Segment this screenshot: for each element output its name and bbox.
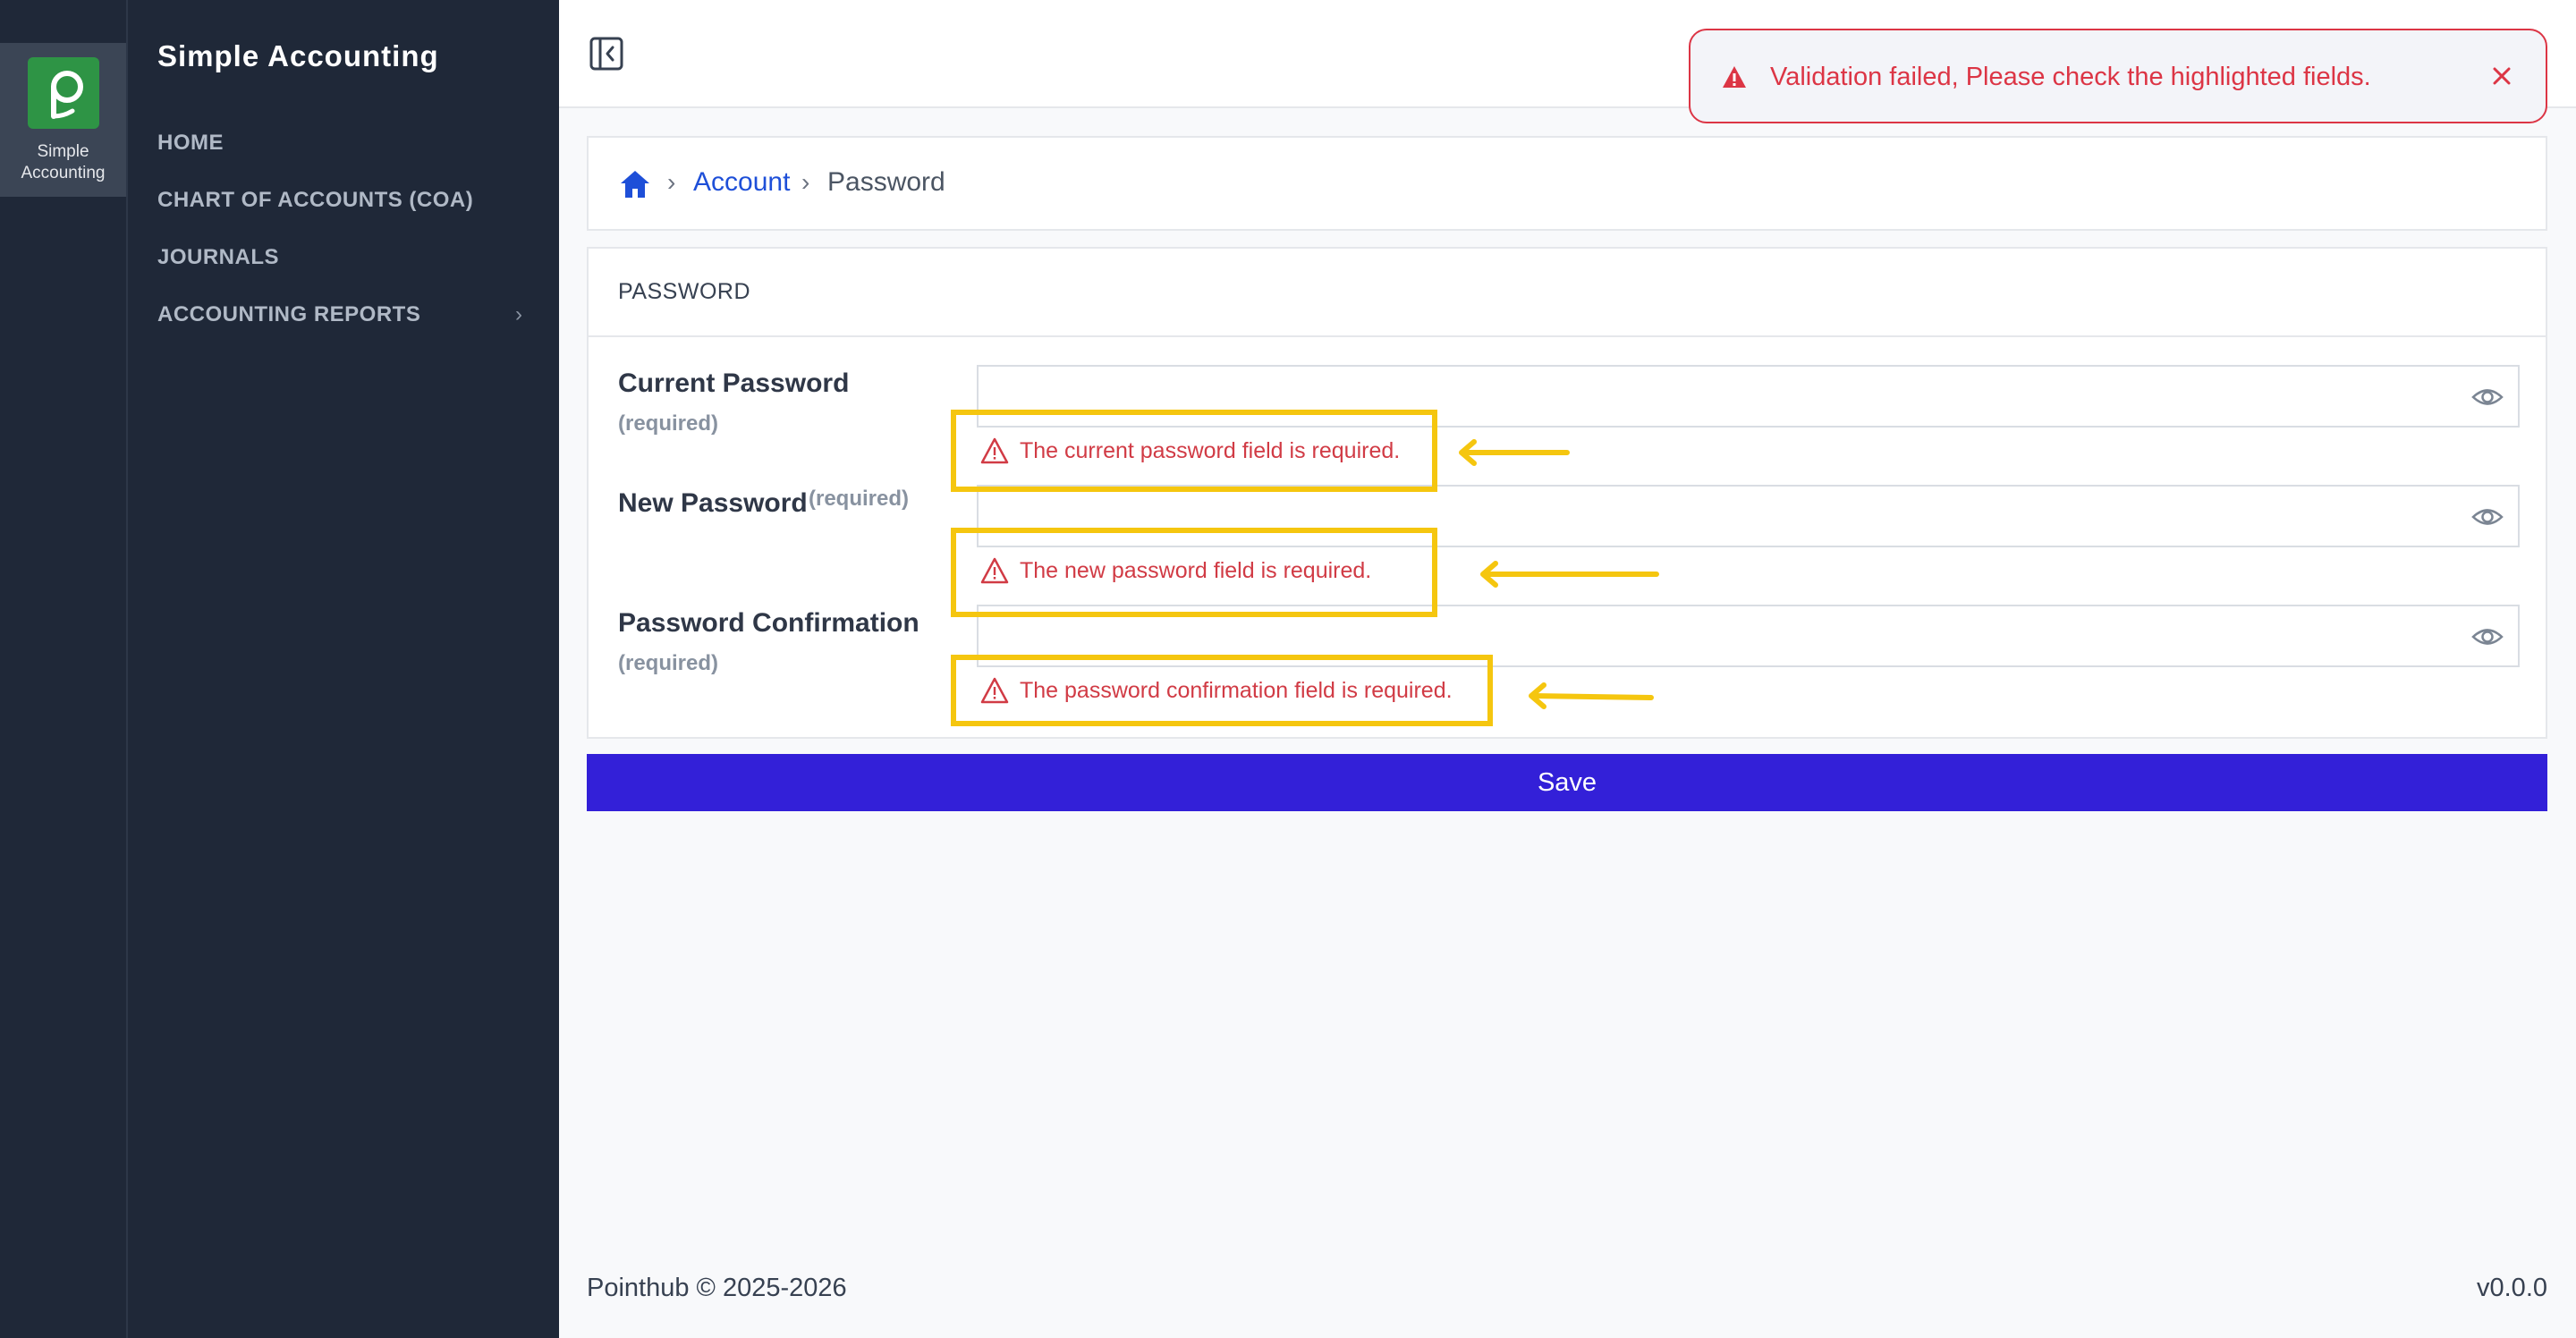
app-logo xyxy=(28,57,99,129)
sidebar-item-accounting-reports[interactable]: ACCOUNTING REPORTS › xyxy=(157,297,533,333)
form-header: PASSWORD xyxy=(589,249,2546,337)
chevron-right-icon: › xyxy=(801,168,810,196)
form-section-title: PASSWORD xyxy=(618,279,750,304)
sidebar-item-home[interactable]: HOME xyxy=(157,125,533,161)
validation-toast: Validation failed, Please check the high… xyxy=(1689,29,2547,123)
required-note: (required) xyxy=(618,411,719,436)
eye-icon xyxy=(2471,509,2504,525)
highlight-box xyxy=(951,655,1493,726)
warning-icon xyxy=(1721,64,1748,89)
app-logo-icon xyxy=(51,71,83,119)
new-password-label: New Password xyxy=(618,488,808,518)
toast-close-button[interactable] xyxy=(2488,63,2515,89)
sidebar-item-label: JOURNALS xyxy=(157,245,280,269)
show-password-toggle[interactable] xyxy=(2471,622,2504,652)
required-note: (required) xyxy=(809,487,910,511)
toast-message: Validation failed, Please check the high… xyxy=(1770,63,2371,91)
sidebar-item-label: HOME xyxy=(157,131,224,155)
arrow-left-icon xyxy=(1480,561,1659,588)
app-rail-label: Simple Accounting xyxy=(21,142,106,182)
show-password-toggle[interactable] xyxy=(2471,382,2504,412)
footer-version: v0.0.0 xyxy=(2477,1274,2547,1302)
sidebar-nav: Simple Accounting HOME CHART OF ACCOUNTS… xyxy=(128,0,559,1338)
eye-icon xyxy=(2471,629,2504,645)
arrow-left-icon xyxy=(1529,682,1654,709)
footer-copyright: Pointhub © 2025-2026 xyxy=(587,1274,847,1302)
sidebar-item-journals[interactable]: JOURNALS xyxy=(157,240,533,275)
sidebar-item-label: CHART OF ACCOUNTS (COA) xyxy=(157,188,474,212)
required-note: (required) xyxy=(618,651,719,675)
sidebar-collapse-button[interactable] xyxy=(589,36,624,72)
breadcrumb-current: Password xyxy=(827,167,945,197)
password-confirmation-label: Password Confirmation xyxy=(618,608,919,638)
eye-icon xyxy=(2471,389,2504,405)
chevron-right-icon: › xyxy=(515,302,523,326)
close-icon xyxy=(2493,67,2511,85)
breadcrumb-home-link[interactable] xyxy=(619,168,651,200)
show-password-toggle[interactable] xyxy=(2471,502,2504,532)
chevron-right-icon: › xyxy=(667,168,676,196)
app-switcher-item[interactable]: Simple Accounting xyxy=(0,43,126,197)
arrow-left-icon xyxy=(1459,439,1570,466)
breadcrumb: › Account › Password xyxy=(587,136,2547,231)
sidebar-item-chart-of-accounts[interactable]: CHART OF ACCOUNTS (COA) xyxy=(157,182,533,218)
password-form: PASSWORD Current Password (required) The… xyxy=(587,247,2547,739)
app-rail: Simple Accounting xyxy=(0,0,128,1338)
save-button[interactable]: Save xyxy=(587,754,2547,811)
breadcrumb-account-link[interactable]: Account xyxy=(693,166,790,199)
home-icon xyxy=(621,171,649,198)
sidebar-collapse-icon xyxy=(589,37,623,71)
highlight-box xyxy=(951,528,1437,617)
sidebar-title: Simple Accounting xyxy=(157,39,439,72)
sidebar-item-label: ACCOUNTING REPORTS xyxy=(157,302,421,326)
current-password-label: Current Password xyxy=(618,368,850,398)
highlight-box xyxy=(951,410,1437,492)
